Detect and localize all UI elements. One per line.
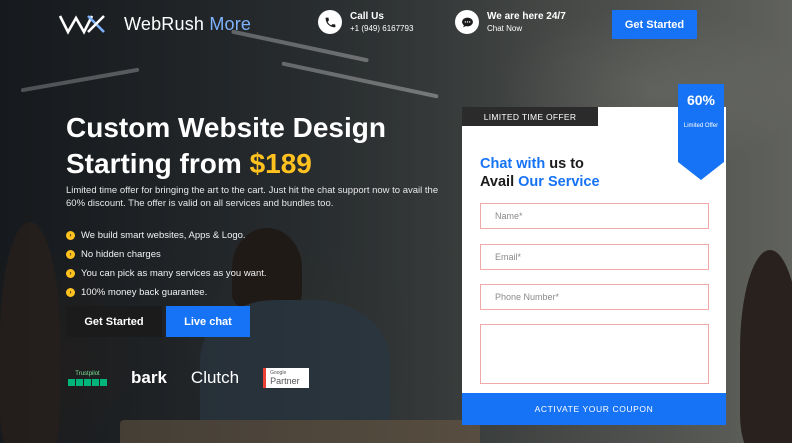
form-heading: Chat with us to Avail Our Service bbox=[480, 156, 600, 190]
chat-bubble-icon bbox=[455, 10, 479, 34]
hero-get-started-button[interactable]: Get Started bbox=[66, 306, 162, 337]
chevron-bullet-icon: › bbox=[66, 288, 75, 297]
header-get-started-button[interactable]: Get Started bbox=[612, 10, 697, 39]
logo-mark-icon bbox=[58, 15, 105, 35]
brand-logo[interactable]: WebRush More bbox=[58, 10, 251, 38]
activate-coupon-button[interactable]: ACTIVATE YOUR COUPON bbox=[462, 393, 726, 425]
list-item: › You can pick as many services as you wa… bbox=[66, 264, 267, 283]
phone-field[interactable] bbox=[480, 284, 709, 310]
message-field[interactable] bbox=[480, 324, 709, 384]
hero-title: Custom Website Design Starting from $189 bbox=[66, 112, 386, 179]
email-field[interactable] bbox=[480, 244, 709, 270]
call-us-block[interactable]: Call Us +1 (949) 6167793 bbox=[318, 10, 413, 34]
discount-label: Limited Offer bbox=[683, 123, 719, 129]
hero-description: Limited time offer for bringing the art … bbox=[66, 185, 439, 209]
trustpilot-logo: Trustpilot bbox=[68, 371, 107, 386]
chevron-bullet-icon: › bbox=[66, 269, 75, 278]
list-item: › 100% money back guarantee. bbox=[66, 283, 267, 302]
chat-now-link[interactable]: Chat Now bbox=[487, 24, 566, 33]
chevron-bullet-icon: › bbox=[66, 250, 75, 259]
list-item: › We build smart websites, Apps & Logo. bbox=[66, 226, 267, 245]
discount-ribbon: 60% Limited Offer bbox=[678, 84, 724, 180]
bark-logo: bark bbox=[131, 368, 167, 387]
partner-logos: Trustpilot bark Clutch Google Partner bbox=[68, 368, 310, 388]
list-item: › No hidden charges bbox=[66, 245, 267, 264]
brand-name: WebRush More bbox=[124, 13, 252, 34]
limited-offer-tag: LIMITED TIME OFFER bbox=[462, 107, 598, 126]
site-header: WebRush More Call Us +1 (949) 6167793 We… bbox=[0, 0, 792, 48]
phone-number[interactable]: +1 (949) 6167793 bbox=[350, 24, 413, 33]
phone-icon bbox=[318, 10, 342, 34]
hero-price: $189 bbox=[249, 148, 312, 179]
discount-percent: 60% bbox=[686, 92, 716, 108]
chat-block[interactable]: We are here 24/7 Chat Now bbox=[455, 10, 566, 34]
google-partner-badge: Google Partner bbox=[263, 368, 310, 388]
clutch-logo: Clutch bbox=[190, 368, 240, 387]
live-chat-button[interactable]: Live chat bbox=[166, 306, 250, 337]
call-us-title: Call Us bbox=[350, 11, 384, 22]
name-field[interactable] bbox=[480, 203, 709, 229]
chevron-bullet-icon: › bbox=[66, 231, 75, 240]
chat-title: We are here 24/7 bbox=[487, 11, 566, 22]
feature-list: › We build smart websites, Apps & Logo. ›… bbox=[66, 226, 267, 302]
